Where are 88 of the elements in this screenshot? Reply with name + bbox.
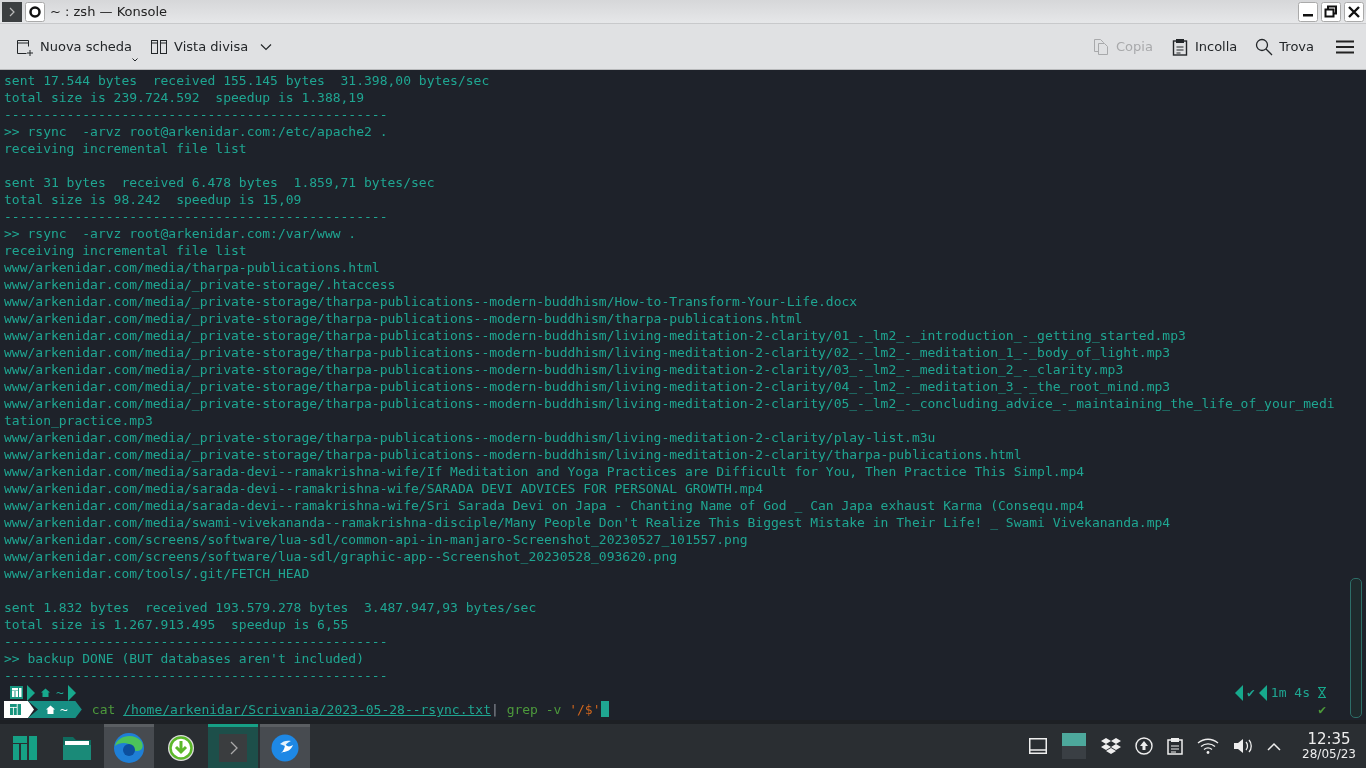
- prompt-directory: ~: [56, 684, 64, 701]
- terminal-line: >> rsync -arvz root@arkenidar.com:/var/www .: [4, 225, 358, 242]
- split-view-button[interactable]: Vista divisa: [144, 33, 279, 60]
- terminal-line: receiving incremental file list: [4, 242, 248, 259]
- window-title: ~ : zsh — Konsole: [50, 4, 168, 19]
- download-icon: [167, 733, 195, 762]
- terminal-line: www/arkenidar.com/media/_private-storage/tharpa-publications--modern-buddhism/living-meditation-2-clarity/tharpa-publications.html: [4, 446, 1023, 463]
- taskbar-app[interactable]: [260, 724, 310, 768]
- arrow-right-icon: [67, 684, 76, 701]
- terminal-line: www/arkenidar.com/screens/software/lua-sdl/common-api-in-manjaro-Screenshot_20230527_101557.png: [4, 531, 749, 548]
- show-desktop-icon[interactable]: [1029, 738, 1048, 754]
- terminal-line: www/arkenidar.com/media/_private-storage/tharpa-publications--modern-buddhism/living-meditation-2-clarity/02_-_lm2_-_meditation_1_-_body_of_light.mp3: [4, 344, 1172, 361]
- command-token: grep: [506, 701, 538, 718]
- manjaro-logo-icon: [10, 686, 23, 699]
- status-check: ✔: [1318, 701, 1326, 718]
- command-token: /home/arkenidar/Scrivania/2023-05-28--rsync.txt: [123, 701, 491, 718]
- terminal-line: www/arkenidar.com/media/sarada-devi--ramakrishna-wife/Sri Sarada Devi on Japa - Chanting Name of God _ Can Japa exhaust Karma (Consequ.mp4: [4, 497, 1086, 514]
- split-view-icon: [150, 37, 169, 56]
- terminal-line: www/arkenidar.com/media/_private-storage/.htaccess: [4, 276, 397, 293]
- terminal-line: www/arkenidar.com/media/_private-storage/tharpa-publications--modern-buddhism/How-to-Transform-Your-Life.docx: [4, 293, 859, 310]
- terminal-line: -------------------------------------------------: [4, 667, 389, 684]
- folder-icon: [62, 734, 92, 761]
- terminal-icon: [219, 733, 247, 762]
- update-icon[interactable]: [1135, 737, 1154, 755]
- terminal-line: sent 1.832 bytes received 193.579.278 bytes 3.487.947,93 bytes/sec: [4, 599, 538, 616]
- command-token: cat: [91, 701, 116, 718]
- arrow-left-icon: [1235, 684, 1244, 701]
- terminal-line: www/arkenidar.com/media/sarada-devi--ramakrishna-wife/SARADA DEVI ADVICES FOR PERSONAL GROWTH.mp4: [4, 480, 765, 497]
- volume-icon[interactable]: [1233, 737, 1254, 755]
- command-token: |: [491, 701, 499, 718]
- status-check: ✔: [1247, 684, 1255, 701]
- text-cursor: [600, 701, 609, 717]
- terminal-line: www/arkenidar.com/tools/.git/FETCH_HEAD: [4, 565, 311, 582]
- clipboard-icon: [1170, 37, 1189, 56]
- terminal-line: www/arkenidar.com/media/_private-storage/tharpa-publications--modern-buddhism/living-meditation-2-clarity/04_-_lm2_-_meditation_3_-_the_root_mind.mp3: [4, 378, 1172, 395]
- block-logo-icon: [12, 734, 38, 761]
- terminal-line: >> backup DONE (BUT databases aren't included): [4, 650, 366, 667]
- scrollbar-thumb[interactable]: [1350, 578, 1362, 718]
- search-icon: [1255, 37, 1274, 56]
- terminal-app-icon[interactable]: [2, 1, 22, 22]
- chevron-up-icon[interactable]: [1267, 741, 1282, 751]
- virtual-desktop[interactable]: [1062, 733, 1087, 746]
- clock-date: 28/05/23: [1302, 747, 1356, 761]
- terminal-line: www/arkenidar.com/media/_private-storage/tharpa-publications--modern-buddhism/living-meditation-2-clarity/03_-_lm2_-_meditation_2_-_clarity.mp3: [4, 361, 1125, 378]
- arrow-right-icon: [27, 684, 35, 701]
- terminal-line: www/arkenidar.com/media/_private-storage/tharpa-publications--modern-buddhism/tharpa-publications.html: [4, 310, 804, 327]
- paste-button[interactable]: Incolla: [1164, 33, 1244, 60]
- terminal-line: >> rsync -arvz root@arkenidar.com:/etc/apache2 .: [4, 123, 389, 140]
- clock-time: 12:35: [1307, 731, 1351, 747]
- terminal-line: www/arkenidar.com/media/_private-storage/tharpa-publications--modern-buddhism/living-meditation-2-clarity/01_-_lm2_-_introduction_-_getting_started.mp3: [4, 327, 1187, 344]
- terminal-line: www/arkenidar.com/screens/software/lua-sdl/graphic-app--Screenshot_20230528_093620.png: [4, 548, 679, 565]
- box-stack-icon[interactable]: [1101, 737, 1122, 755]
- new-tab-button[interactable]: Nuova scheda: [10, 33, 139, 60]
- command-token: -v: [545, 701, 562, 718]
- caret-icon: [260, 42, 273, 51]
- restore-icon[interactable]: [1321, 1, 1341, 22]
- terminal-line: www/arkenidar.com/media/tharpa-publications.html: [4, 259, 381, 276]
- terminal-line: -------------------------------------------------: [4, 208, 389, 225]
- clock[interactable]: 12:35 28/05/23: [1302, 724, 1356, 768]
- command-token: '/$': [569, 701, 601, 718]
- bird-logo-icon: [271, 733, 299, 762]
- command-duration: 1m 4s: [1270, 684, 1310, 701]
- minimize-icon[interactable]: [1298, 1, 1318, 22]
- terminal-line: total size is 1.267.913.495 speedup is 6,55: [4, 616, 350, 633]
- terminal-line: www/arkenidar.com/media/swami-vivekananda--ramakrishna-disciple/Many People Don't Realize This Biggest Mistake in Their Life! _ Swami Vivekananda.mp4: [4, 514, 1172, 531]
- pin-icon[interactable]: [25, 1, 45, 22]
- terminal-line: sent 31 bytes received 6.478 bytes 1.859,71 bytes/sec: [4, 174, 436, 191]
- terminal-line: -------------------------------------------------: [4, 106, 389, 123]
- hourglass-icon: [1318, 687, 1326, 698]
- menu-icon[interactable]: [1336, 39, 1354, 54]
- wifi-icon[interactable]: [1197, 738, 1220, 754]
- terminal-line: sent 17.544 bytes received 155.145 bytes 31.398,00 bytes/sec: [4, 72, 491, 89]
- terminal-line: -------------------------------------------------: [4, 633, 389, 650]
- terminal-line: total size is 239.724.592 speedup is 1.388,19: [4, 89, 366, 106]
- terminal-line: receiving incremental file list: [4, 140, 248, 157]
- copy-icon: [1092, 37, 1111, 56]
- find-button[interactable]: Trova: [1249, 33, 1320, 60]
- close-icon[interactable]: [1344, 1, 1364, 22]
- clipboard-icon[interactable]: [1167, 737, 1184, 755]
- manjaro-logo-icon: [10, 704, 21, 715]
- new-tab-icon: [16, 37, 34, 56]
- arrow-left-icon: [1258, 684, 1267, 701]
- terminal-line: total size is 98.242 speedup is 15,09: [4, 191, 303, 208]
- terminal-line: www/arkenidar.com/media/sarada-devi--ramakrishna-wife/If Meditation and Yoga Practices are Difficult for You, Then Practice This Simpl.mp4: [4, 463, 1086, 480]
- prompt-directory: ~: [60, 701, 68, 718]
- terminal-line: www/arkenidar.com/media/_private-storage/tharpa-publications--modern-buddhism/living-meditation-2-clarity/play-list.m3u: [4, 429, 937, 446]
- caret-icon: [132, 57, 139, 62]
- swirl-logo-icon: [113, 731, 145, 764]
